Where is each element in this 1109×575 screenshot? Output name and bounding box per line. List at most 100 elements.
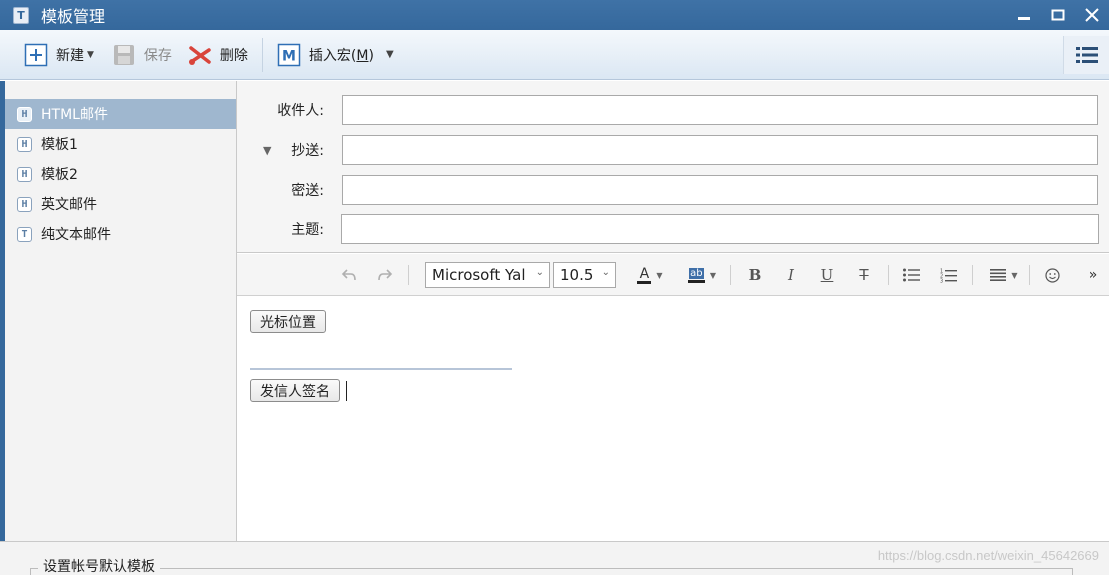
template-label: 模板2	[41, 167, 78, 183]
toolbar-divider	[972, 265, 973, 285]
toolbar-divider	[730, 265, 731, 285]
font-color-button[interactable]: A ▼	[632, 263, 668, 287]
font-size-select[interactable]: 10.5 ⌄	[553, 262, 616, 288]
html-template-icon: H	[17, 136, 32, 152]
bold-button[interactable]: B	[745, 263, 765, 287]
font-family-select[interactable]: Microsoft Yal ⌄	[425, 262, 550, 288]
macro-icon: M	[277, 43, 301, 67]
minimize-button[interactable]	[1007, 0, 1041, 30]
insert-macro-hotkey: M	[356, 47, 369, 64]
window-controls	[1007, 0, 1109, 30]
maximize-button[interactable]	[1041, 0, 1075, 30]
cc-input[interactable]	[342, 135, 1098, 165]
template-label: 模板1	[41, 137, 78, 153]
svg-text:3: 3	[940, 278, 943, 283]
save-button[interactable]: 保存	[106, 38, 178, 72]
align-button[interactable]: ▼	[986, 263, 1022, 287]
save-label: 保存	[143, 47, 172, 64]
insert-macro-text-end: )	[368, 47, 374, 64]
insert-macro-text: 插入宏(	[308, 47, 357, 64]
to-label: 收件人:	[277, 103, 324, 119]
toolbar-divider	[408, 265, 409, 285]
minimize-icon	[1018, 17, 1030, 20]
cc-label: 抄送:	[291, 143, 324, 159]
expand-triangle-icon[interactable]: ▼	[263, 144, 271, 157]
to-input[interactable]	[342, 95, 1098, 125]
bcc-row: 密送:	[237, 175, 1109, 205]
sender-signature-macro[interactable]: 发信人签名	[250, 379, 340, 402]
strikethrough-button[interactable]: T	[854, 263, 874, 287]
new-button[interactable]: 新建 ▼	[18, 38, 100, 72]
insert-macro-button[interactable]: M 插入宏(M) ▼	[271, 38, 400, 72]
template-item[interactable]: H 英文邮件	[5, 189, 236, 219]
title-bar: T 模板管理	[0, 0, 1109, 30]
highlight-icon: ab	[687, 267, 705, 283]
italic-button[interactable]: I	[781, 263, 801, 287]
new-label: 新建	[56, 47, 84, 64]
highlight-color-button[interactable]: ab ▼	[681, 263, 723, 287]
underline-button[interactable]: U	[817, 263, 837, 287]
chevron-down-icon: ▼	[709, 270, 717, 280]
smiley-icon	[1044, 267, 1060, 283]
close-icon	[1085, 8, 1099, 22]
template-app-icon: T	[13, 6, 29, 24]
template-label: HTML邮件	[41, 107, 108, 123]
template-list: H HTML邮件 H 模板1 H 模板2 H 英文邮件 T 纯文本邮件	[0, 81, 237, 541]
delete-scissors-icon	[188, 43, 212, 67]
cc-row: ▼ 抄送:	[237, 135, 1109, 165]
text-template-icon: T	[17, 226, 32, 242]
text-caret	[346, 381, 347, 401]
chevron-down-icon: ⌄	[535, 267, 544, 278]
undo-button[interactable]	[338, 263, 360, 287]
insert-macro-label: 插入宏(M)	[309, 45, 374, 65]
list-menu-icon	[1075, 47, 1098, 63]
bcc-input[interactable]	[342, 175, 1098, 205]
numbered-list-icon: 123	[940, 268, 957, 283]
mail-header-form: 收件人: ▼ 抄送: 密送: 主题:	[237, 81, 1109, 253]
window-title: 模板管理	[41, 7, 106, 26]
more-tools-button[interactable]: »	[1083, 263, 1103, 287]
group-box	[30, 568, 1073, 575]
bullet-list-button[interactable]	[901, 263, 921, 287]
numbered-list-button[interactable]: 123	[938, 263, 958, 287]
save-icon	[112, 43, 136, 67]
svg-text:M: M	[282, 48, 296, 64]
chevron-down-icon: ▼	[87, 49, 94, 60]
template-item[interactable]: H 模板2	[5, 159, 236, 189]
maximize-icon	[1051, 9, 1065, 21]
plus-icon	[24, 43, 48, 67]
toolbar-divider	[1029, 265, 1030, 285]
delete-label: 删除	[219, 47, 248, 64]
subject-label: 主题:	[291, 222, 324, 238]
subject-input[interactable]	[341, 214, 1099, 244]
editor-toolbar: Microsoft Yal ⌄ 10.5 ⌄ A ▼ ab ▼ B I U T …	[237, 254, 1109, 296]
template-item[interactable]: T 纯文本邮件	[5, 219, 236, 249]
macro-dropdown-icon: ▼	[385, 49, 394, 60]
redo-icon	[378, 269, 393, 281]
html-template-icon: H	[17, 106, 32, 122]
align-icon	[990, 269, 1007, 281]
view-list-button[interactable]	[1063, 36, 1109, 74]
template-label: 纯文本邮件	[41, 227, 111, 243]
template-item[interactable]: H HTML邮件	[5, 99, 236, 129]
watermark: https://blog.csdn.net/weixin_45642669	[877, 548, 1099, 563]
undo-icon	[341, 269, 356, 281]
delete-button[interactable]: 删除	[182, 38, 254, 72]
group-title: 设置帐号默认模板	[38, 556, 160, 575]
redo-button[interactable]	[374, 263, 396, 287]
highlight-glyph: ab	[689, 267, 704, 279]
chevron-down-icon: ▼	[656, 270, 663, 280]
editor-body[interactable]: 光标位置 发信人签名	[237, 296, 1109, 541]
subject-row: 主题:	[237, 214, 1109, 244]
template-label: 英文邮件	[41, 197, 97, 213]
toolbar-divider	[888, 265, 889, 285]
chevron-down-icon: ⌄	[601, 267, 610, 278]
bcc-label: 密送:	[291, 183, 324, 199]
chevron-down-icon: ▼	[1011, 270, 1018, 280]
template-item[interactable]: H 模板1	[5, 129, 236, 159]
font-size-value: 10.5	[560, 266, 594, 284]
close-button[interactable]	[1075, 0, 1109, 30]
emoji-button[interactable]	[1042, 263, 1062, 287]
cursor-position-macro[interactable]: 光标位置	[250, 310, 326, 333]
font-color-icon: A	[637, 267, 652, 284]
